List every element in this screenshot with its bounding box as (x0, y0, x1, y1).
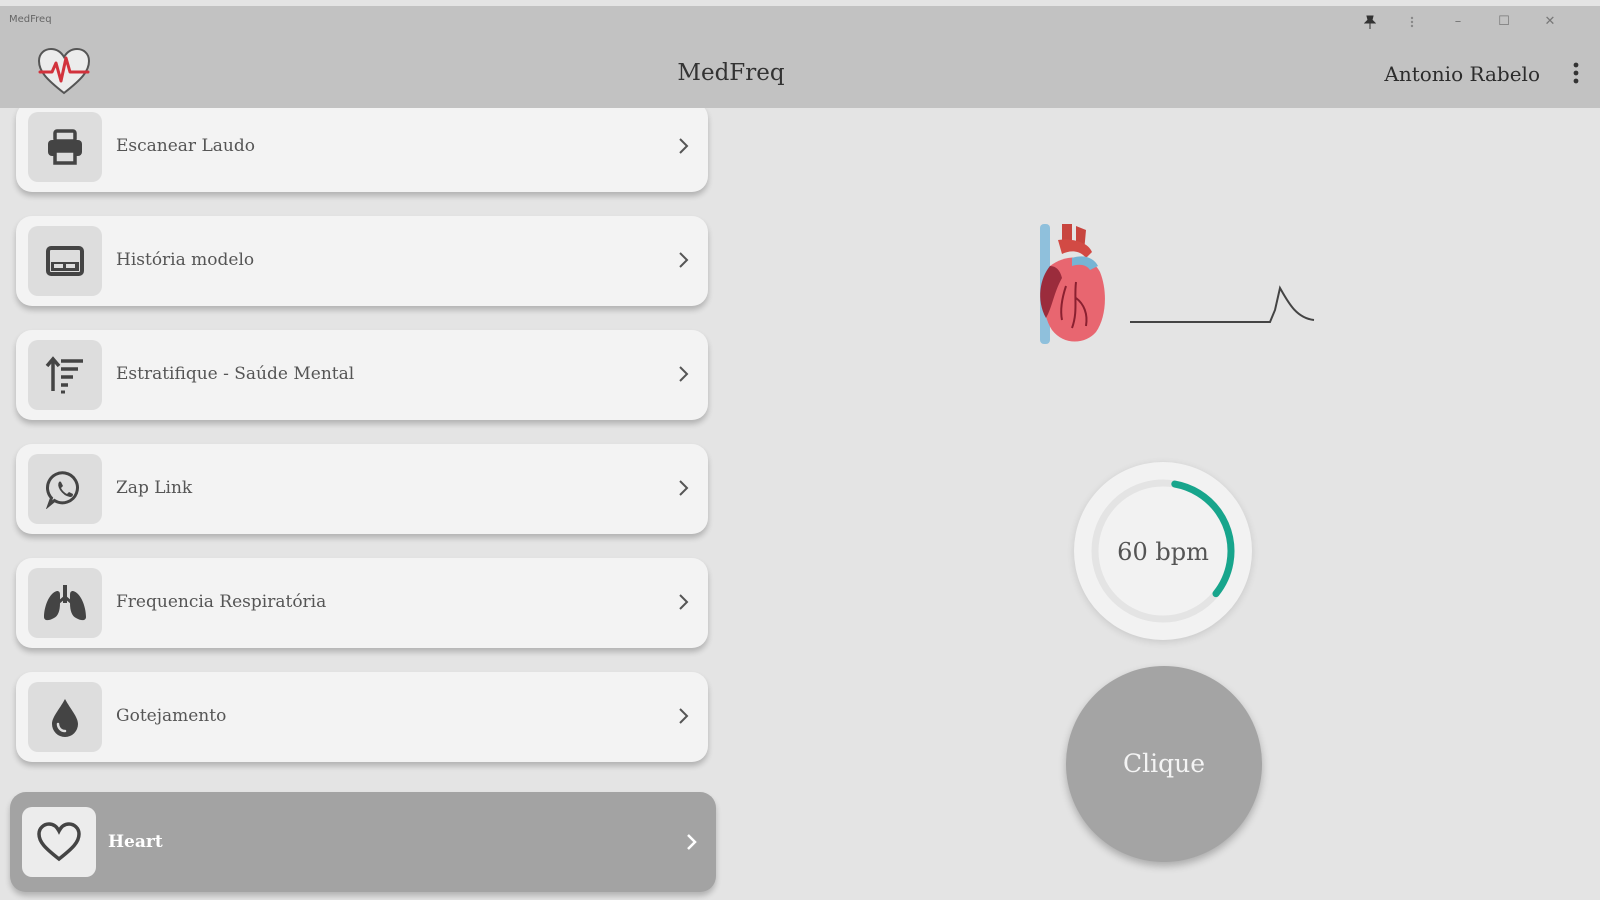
ecg-trace (1130, 285, 1315, 323)
whatsapp-icon (45, 471, 79, 509)
close-button[interactable]: ✕ (1536, 12, 1564, 32)
heart-outline-icon (37, 822, 81, 862)
menu-item-frequencia-respiratoria[interactable]: Frequencia Respiratória (16, 558, 708, 648)
menu-item-label: Zap Link (116, 478, 193, 498)
anatomical-heart-icon (1040, 224, 1105, 344)
more-icon[interactable] (1398, 12, 1426, 32)
menu-icon-box (28, 112, 102, 182)
menu-list: Escanear Laudo História modelo Estratifi… (0, 108, 722, 900)
chevron-right-icon (679, 366, 689, 382)
menu-icon-box (28, 226, 102, 296)
menu-icon-box (28, 340, 102, 410)
menu-item-escanear-laudo[interactable]: Escanear Laudo (16, 108, 708, 192)
menu-item-gotejamento[interactable]: Gotejamento (16, 672, 708, 762)
menu-item-label: História modelo (116, 250, 255, 270)
menu-item-label: Gotejamento (116, 706, 227, 726)
app-window: MedFreq – ☐ ✕ MedFreq Antonio Rabelo Esc… (0, 0, 1600, 900)
printer-icon (48, 129, 82, 165)
menu-item-label: Estratifique - Saúde Mental (116, 364, 355, 384)
app-header: MedFreq Antonio Rabelo (0, 38, 1600, 108)
card-icon (46, 246, 84, 276)
minimize-button[interactable]: – (1444, 12, 1472, 32)
clique-button[interactable]: Clique (1066, 666, 1262, 862)
chevron-right-icon (687, 834, 697, 850)
menu-item-label: Frequencia Respiratória (116, 592, 327, 612)
menu-icon-box (22, 807, 96, 877)
sort-icon (45, 356, 83, 394)
lungs-icon (44, 585, 86, 621)
window-title: MedFreq (9, 14, 52, 25)
bpm-gauge: 60 bpm (1074, 462, 1252, 640)
chevron-right-icon (679, 594, 689, 610)
chevron-right-icon (679, 252, 689, 268)
chevron-right-icon (679, 480, 689, 496)
user-name[interactable]: Antonio Rabelo (1384, 62, 1540, 86)
kebab-menu-icon[interactable] (1564, 56, 1588, 90)
menu-icon-box (28, 682, 102, 752)
app-title: MedFreq (677, 60, 785, 86)
menu-item-label: Heart (108, 832, 163, 852)
chevron-right-icon (679, 138, 689, 154)
menu-item-label: Escanear Laudo (116, 136, 255, 156)
menu-item-heart[interactable]: Heart (10, 792, 716, 892)
window-titlebar: MedFreq – ☐ ✕ (0, 6, 1600, 38)
menu-item-estratifique[interactable]: Estratifique - Saúde Mental (16, 330, 708, 420)
bpm-value: 60 bpm (1117, 538, 1209, 566)
chevron-right-icon (679, 708, 689, 724)
menu-icon-box (28, 454, 102, 524)
drop-icon (52, 699, 78, 737)
menu-item-historia-modelo[interactable]: História modelo (16, 216, 708, 306)
menu-item-zap-link[interactable]: Zap Link (16, 444, 708, 534)
maximize-button[interactable]: ☐ (1490, 12, 1518, 32)
pin-icon[interactable] (1356, 12, 1384, 32)
menu-icon-box (28, 568, 102, 638)
